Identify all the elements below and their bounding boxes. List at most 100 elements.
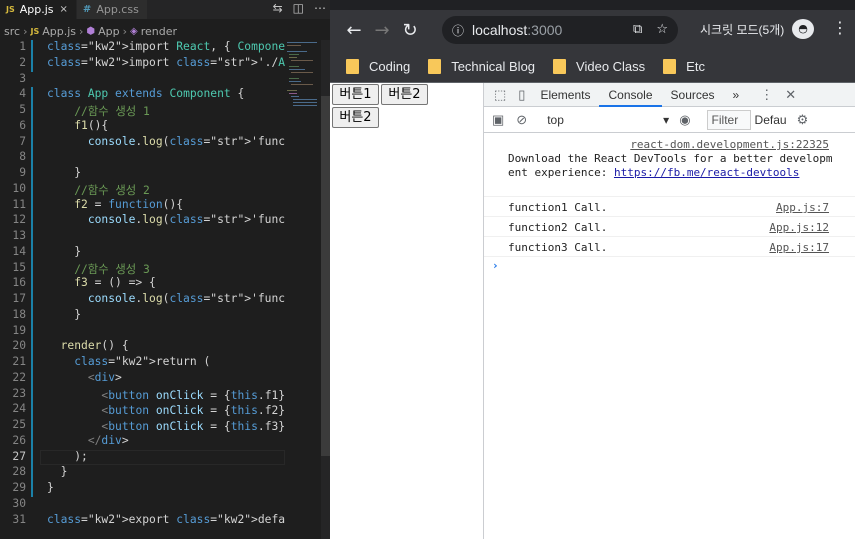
folder-icon [428,58,442,74]
kebab-menu-icon[interactable]: ⋮ [832,18,848,37]
code-line[interactable]: } [47,465,68,478]
code-line[interactable]: <button onClick = {this.f3}>버튼2</button> [47,418,285,434]
button-3[interactable]: 버튼2 [332,107,379,128]
tab-console[interactable]: Console [599,83,662,107]
code-line[interactable]: console.log(class="str">'function3 Call.… [47,292,285,305]
message-source[interactable]: react-dom.development.js:22325 [630,138,829,151]
code-line[interactable]: f3 = () => { [47,276,156,289]
clear-console-icon[interactable]: ⊘ [516,112,527,128]
current-line-highlight [40,449,285,466]
split-editor-icon[interactable]: ◫ [293,1,304,15]
line-number: 3 [19,71,26,85]
line-number: 31 [12,512,26,526]
tab-app-js[interactable]: JS App.js × [0,0,77,19]
line-number: 23 [12,386,26,400]
console-message: function3 Call. App.js:17 [484,237,855,257]
back-arrow-icon[interactable]: ← [340,20,368,41]
button-2[interactable]: 버튼2 [381,84,428,105]
inspect-icon[interactable]: ⬚ [494,87,506,103]
line-number: 25 [12,418,26,431]
tab-sources[interactable]: Sources [662,83,724,107]
code-line[interactable]: <button onClick = {this.f2}>버튼2</button> [47,402,285,418]
line-number: 13 [12,229,26,242]
folder-icon [663,58,677,74]
close-devtools-icon[interactable]: ✕ [785,87,796,103]
info-icon[interactable]: ⓘ [452,22,464,39]
message-source[interactable]: App.js:17 [769,241,829,254]
eye-icon[interactable]: ◉ [679,112,690,128]
code-line[interactable]: </div> [47,434,129,447]
code-line[interactable]: f2 = function(){ [47,198,183,211]
line-number: 15 [12,260,26,274]
message-source[interactable]: App.js:12 [769,221,829,234]
code-line[interactable]: } [47,481,54,494]
address-bar[interactable]: ⓘ localhost:3000 ⧉ ☆ [442,16,678,44]
translate-icon[interactable]: ⧉ [633,22,642,37]
code-line[interactable]: } [47,245,81,258]
line-number: 10 [12,181,26,195]
code-line[interactable]: //함수 생성 1 [47,103,150,119]
editor-scrollbar[interactable] [321,40,330,539]
bookmark-coding[interactable]: Coding [346,58,410,74]
message-source[interactable]: App.js:7 [776,201,829,214]
context-selector[interactable]: top ▾ [543,111,673,130]
more-tabs-icon[interactable]: » [724,83,749,107]
code-line[interactable]: class="kw2">export class="kw2">default A… [47,513,285,526]
more-actions-icon[interactable]: ⋯ [314,1,326,15]
breadcrumb-src[interactable]: src [4,25,20,38]
minimap-preview [287,42,317,106]
settings-gear-icon[interactable]: ⚙ [797,112,809,128]
address-actions: ⧉ ☆ [633,22,668,37]
line-number: 21 [12,355,26,368]
close-icon[interactable]: × [60,4,68,15]
bookmark-video-class[interactable]: Video Class [553,58,645,74]
code-line[interactable]: class="kw2">return ( [47,355,210,368]
url-host: localhost [472,22,528,38]
filter-input[interactable]: Filter [706,110,751,130]
reload-icon[interactable]: ↻ [396,20,424,41]
minimap[interactable] [285,40,321,539]
message-text: function3 Call. [508,241,608,254]
incognito-icon[interactable]: ◓ [792,19,814,39]
code-line[interactable]: } [47,308,81,321]
bookmark-star-icon[interactable]: ☆ [656,22,668,37]
breadcrumb-method[interactable]: render [141,25,177,38]
bookmark-etc[interactable]: Etc [663,58,705,74]
compare-icon[interactable]: ⇆ [273,1,283,15]
line-number: 2 [19,55,26,69]
code-line[interactable]: console.log(class="str">'function1 Call.… [47,135,285,148]
console-message: react-dom.development.js:22325 Download … [484,134,855,197]
bookmark-technical-blog[interactable]: Technical Blog [428,58,535,74]
code-line[interactable]: render() { [47,339,129,352]
log-levels-select[interactable]: Defau [755,113,787,127]
line-number: 24 [12,402,26,416]
devtools-menu-icon[interactable]: ⋮ [760,87,773,103]
tab-elements[interactable]: Elements [531,83,599,107]
code-line[interactable]: } [47,166,81,179]
message-text: function2 Call. [508,221,608,234]
console-prompt[interactable]: › [484,257,855,277]
line-number: 26 [12,433,26,447]
code-line[interactable]: f1(){ [47,119,108,132]
breadcrumb-class[interactable]: App [98,25,120,38]
code-line[interactable]: class App extends Component { [47,87,244,100]
code-line[interactable]: class="kw2">import class="str">'./App.cs… [47,56,285,69]
tab-app-css[interactable]: # App.css [76,0,148,19]
breadcrumb-file[interactable]: App.js [42,25,76,38]
code-line[interactable]: <button onClick = {this.f1}>버튼1</button> [47,387,285,403]
forward-arrow-icon[interactable]: → [368,20,396,41]
scrollbar-thumb[interactable] [321,96,330,456]
bookmarks-bar: Coding Technical Blog Video Class Etc [330,50,855,83]
code-line[interactable]: //함수 생성 3 [47,261,150,277]
browser-titlebar [330,0,855,10]
code-area[interactable]: 1 class="kw2">import React, { Component }… [0,40,285,539]
tab-label: App.js [19,3,54,16]
code-line[interactable]: class="kw2">import React, { Component } … [47,40,285,53]
code-line[interactable]: <div> [47,371,122,384]
code-line[interactable]: console.log(class="str">'function2 Call.… [47,213,285,226]
device-toolbar-icon[interactable]: ▯ [518,87,525,103]
sidebar-toggle-icon[interactable]: ▣ [492,112,504,128]
code-line[interactable]: //함수 생성 2 [47,182,150,198]
devtools-link[interactable]: https://fb.me/react-devtools [614,166,799,179]
button-1[interactable]: 버튼1 [332,84,379,105]
